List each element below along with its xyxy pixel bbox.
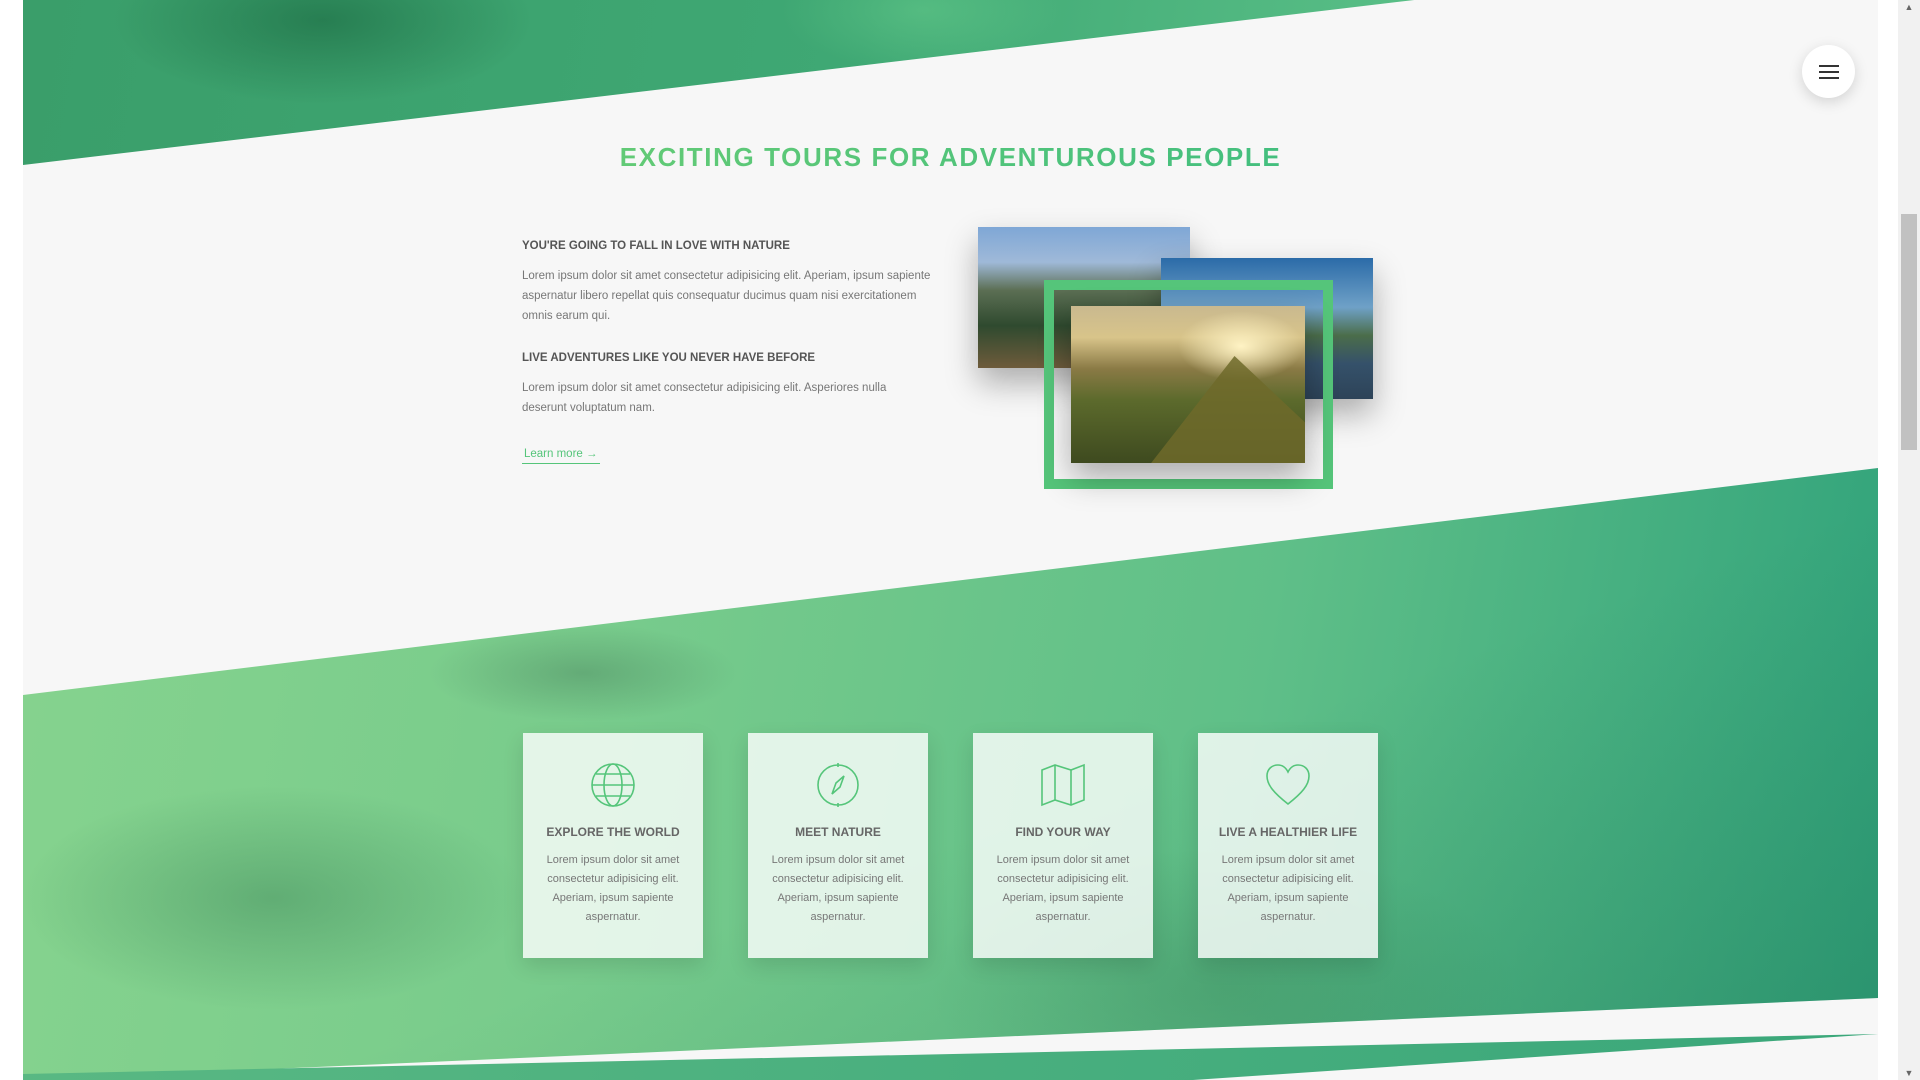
compass-icon (817, 763, 859, 807)
feature-text: Lorem ipsum dolor sit amet consectetur a… (546, 854, 680, 923)
learn-more-link[interactable]: Learn more → (522, 446, 600, 464)
feature-card-explore: EXPLORE THE WORLD Lorem ipsum dolor sit … (523, 733, 703, 958)
globe-icon (591, 763, 635, 807)
hamburger-icon (1819, 65, 1839, 67)
features-section (23, 468, 1878, 1080)
about-heading-1: YOU'RE GOING TO FALL IN LOVE WITH NATURE (522, 240, 790, 252)
feature-card-healthier: LIVE A HEALTHIER LIFE Lorem ipsum dolor … (1198, 733, 1378, 958)
menu-toggle-button[interactable] (1802, 45, 1855, 98)
about-heading-2: LIVE ADVENTURES LIKE YOU NEVER HAVE BEFO… (522, 352, 816, 364)
about-text: YOU'RE GOING TO FALL IN LOVE WITH NATURE… (522, 240, 932, 464)
feature-text: Lorem ipsum dolor sit amet consectetur a… (1221, 854, 1355, 923)
about-paragraph-1: Lorem ipsum dolor sit amet consectetur a… (522, 270, 931, 322)
feature-title: LIVE A HEALTHIER LIFE (1218, 825, 1358, 839)
section-title: EXCITING TOURS FOR ADVENTUROUS PEOPLE (23, 142, 1878, 173)
vertical-scrollbar[interactable]: ▲ ▼ (1898, 0, 1920, 1080)
about-paragraph-2: Lorem ipsum dolor sit amet consectetur a… (522, 382, 887, 414)
scroll-up-arrow[interactable]: ▲ (1898, 0, 1920, 14)
scroll-thumb[interactable] (1901, 214, 1917, 450)
feature-title: EXPLORE THE WORLD (546, 825, 680, 839)
map-icon (1041, 763, 1085, 807)
feature-text: Lorem ipsum dolor sit amet consectetur a… (996, 854, 1130, 923)
feature-card-find-way: FIND YOUR WAY Lorem ipsum dolor sit amet… (973, 733, 1153, 958)
scroll-down-arrow[interactable]: ▼ (1898, 1066, 1920, 1080)
previous-section-band (23, 0, 1878, 165)
page: EXCITING TOURS FOR ADVENTUROUS PEOPLE YO… (23, 0, 1878, 1080)
heart-icon (1266, 764, 1310, 806)
feature-text: Lorem ipsum dolor sit amet consectetur a… (771, 854, 905, 923)
feature-title: MEET NATURE (795, 825, 881, 839)
feature-card-nature: MEET NATURE Lorem ipsum dolor sit amet c… (748, 733, 928, 958)
photo-mountain-ridge[interactable] (1071, 306, 1305, 463)
feature-title: FIND YOUR WAY (1015, 825, 1111, 839)
